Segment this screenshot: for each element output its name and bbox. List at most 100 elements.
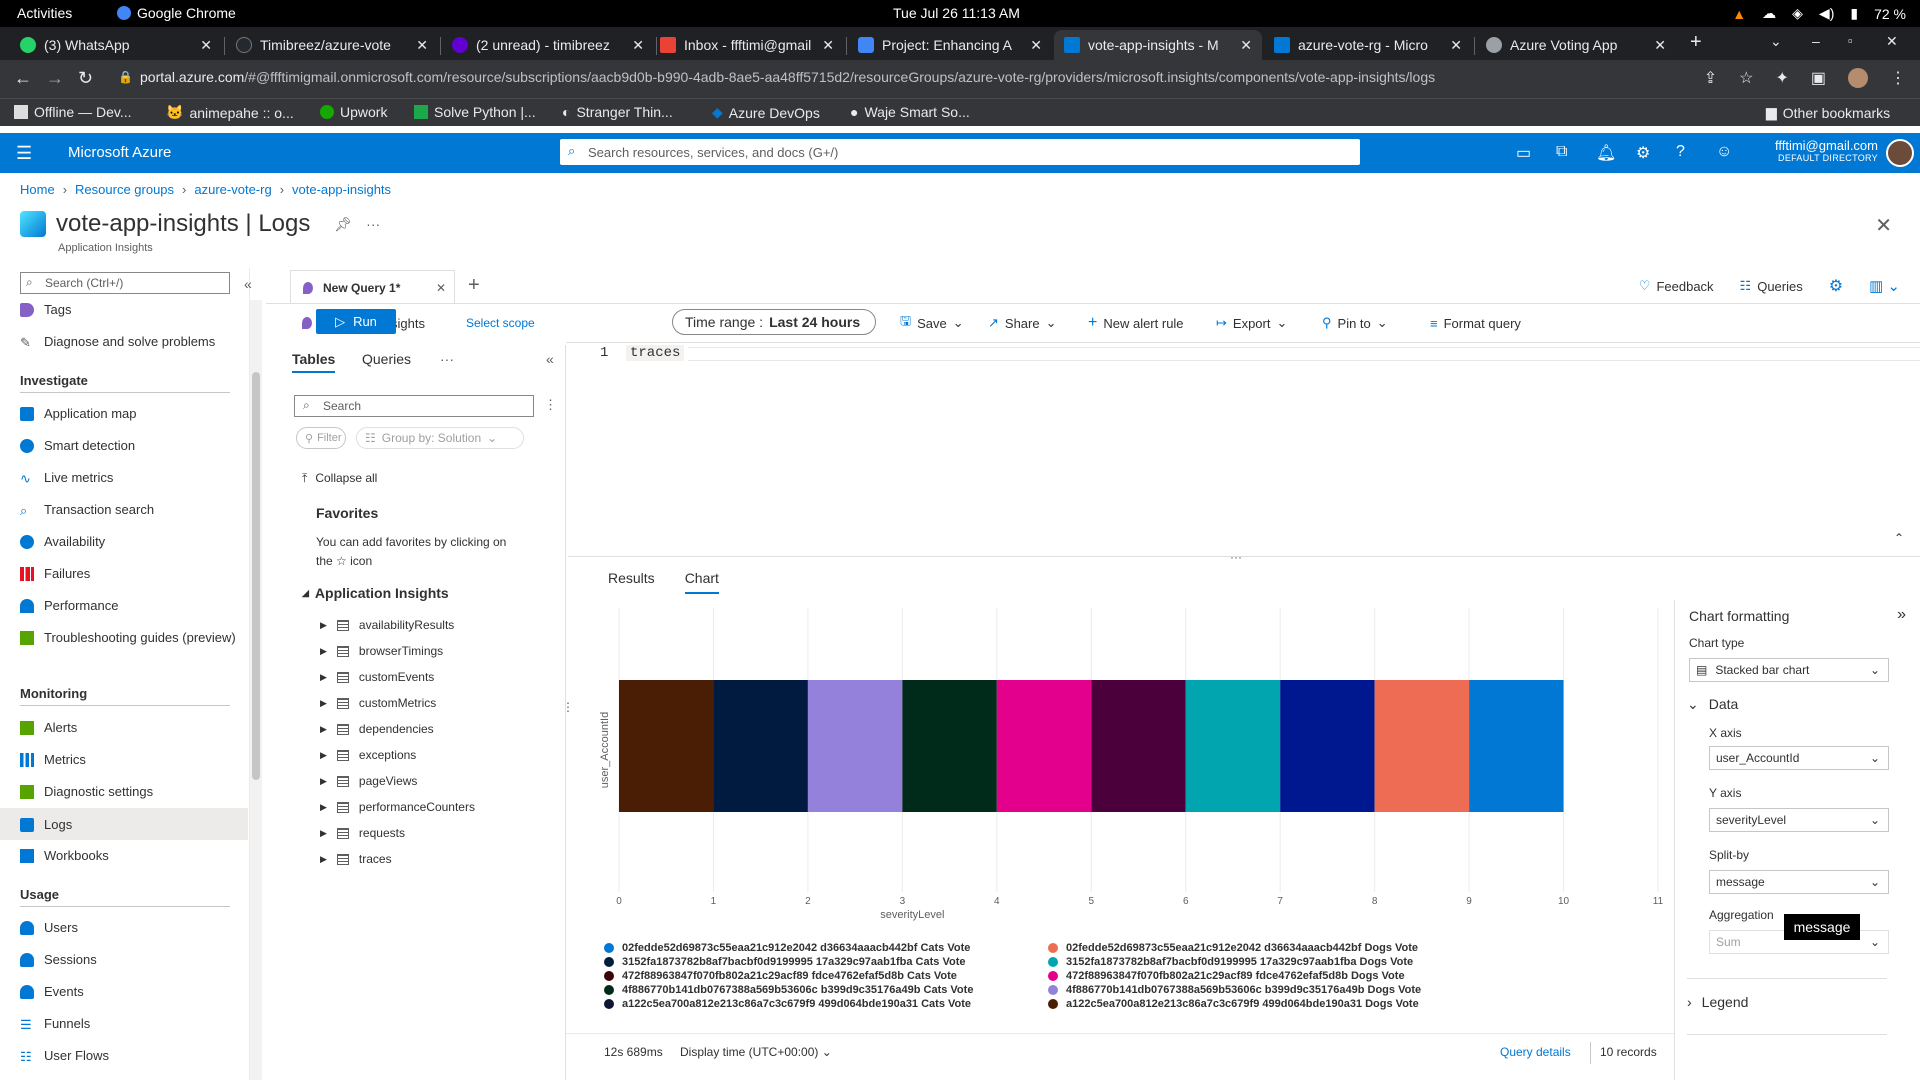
clock[interactable]: Tue Jul 26 11:13 AM xyxy=(893,5,1020,21)
legend-item[interactable]: 02fedde52d69873c55eaa21c912e2042 d36634a… xyxy=(1048,942,1418,954)
display-time-dropdown[interactable]: Display time (UTC+00:00) ⌄ xyxy=(680,1045,832,1059)
account-menu[interactable]: ffftimi@gmail.com DEFAULT DIRECTORY xyxy=(1775,138,1878,163)
browser-tab-active[interactable]: vote-app-insights - M ✕ xyxy=(1054,30,1262,60)
nav-application-map[interactable]: Application map xyxy=(20,406,240,421)
browser-tab[interactable]: Timibreez/azure-vote ✕ xyxy=(226,30,438,60)
close-icon[interactable]: ✕ xyxy=(416,37,428,54)
query-editor[interactable]: 1 traces ⌃ xyxy=(578,345,1920,555)
legend-item[interactable]: a122c5ea700a812e213c86a7c3c679f9 499d064… xyxy=(1048,998,1419,1010)
table-node[interactable]: ▶ requests xyxy=(320,826,405,840)
hamburger-icon[interactable]: ☰ xyxy=(16,143,32,164)
breadcrumb-resource[interactable]: vote-app-insights xyxy=(292,182,391,197)
more-icon[interactable]: ··· xyxy=(440,351,454,367)
editor-results-splitter[interactable]: ··· xyxy=(568,550,1920,564)
profile-avatar[interactable] xyxy=(1848,68,1868,88)
nav-user-flows[interactable]: ☷ User Flows xyxy=(20,1048,240,1064)
breadcrumb-resource-groups[interactable]: Resource groups xyxy=(75,182,174,197)
cloud-shell-icon[interactable]: ▭ xyxy=(1516,143,1531,163)
active-app[interactable]: Google Chrome xyxy=(117,5,236,21)
bookmark-star-icon[interactable]: ☆ xyxy=(1739,68,1753,88)
nav-users[interactable]: Users xyxy=(20,920,240,935)
tab-chart[interactable]: Chart xyxy=(684,570,719,594)
bookmark-item[interactable]: Solve Python |... xyxy=(414,104,536,120)
settings-gear-icon[interactable]: ⚙ xyxy=(1829,276,1843,296)
close-icon[interactable]: ✕ xyxy=(1450,37,1462,54)
close-blade-icon[interactable]: ✕ xyxy=(1875,213,1892,238)
bell-icon[interactable]: 🔔︎ xyxy=(1596,143,1616,163)
tab-new-query[interactable]: New Query 1* ✕ xyxy=(290,270,455,304)
browser-tab[interactable]: (2 unread) - timibreez ✕ xyxy=(442,30,654,60)
share-icon[interactable]: ⇪ xyxy=(1704,68,1717,88)
collapse-editor-icon[interactable]: ⌃ xyxy=(1894,531,1904,545)
table-node[interactable]: ▶ availabilityResults xyxy=(320,618,454,632)
bookmark-item[interactable]: 🐱 animepahe :: o... xyxy=(166,104,294,121)
address-bar[interactable]: portal.azure.com/#@ffftimigmail.onmicros… xyxy=(140,69,1435,85)
feedback-icon[interactable]: ☺ xyxy=(1716,143,1732,161)
nav-metrics[interactable]: Metrics xyxy=(20,752,240,767)
legend-section-toggle[interactable]: › Legend xyxy=(1687,994,1748,1010)
save-button[interactable]: 🖫 Save ⌄ xyxy=(900,308,964,338)
tab-tables[interactable]: Tables xyxy=(292,351,336,373)
group-application-insights[interactable]: ◢ Application Insights xyxy=(302,585,449,601)
system-tray[interactable]: ▲ ☁ ◈ ◀) ▮ 72 % xyxy=(1732,5,1906,22)
minimize-icon[interactable]: – xyxy=(1812,33,1820,49)
menu-icon[interactable]: ⋮ xyxy=(1890,68,1906,88)
add-query-tab-icon[interactable]: + xyxy=(468,274,480,297)
extensions-icon[interactable]: ✦ xyxy=(1775,68,1788,88)
nav-performance[interactable]: Performance xyxy=(20,598,240,613)
close-icon[interactable]: ✕ xyxy=(632,37,644,54)
nav-troubleshooting[interactable]: Troubleshooting guides (preview) xyxy=(20,630,240,645)
restore-icon[interactable]: ▫ xyxy=(1848,33,1853,48)
collapse-pane-icon[interactable]: » xyxy=(1897,606,1906,624)
legend-item[interactable]: 472f88963847f070fb802a21c29acf89 fdce476… xyxy=(604,970,957,982)
collapse-all-button[interactable]: ⤒ Collapse all xyxy=(302,471,377,486)
chart-type-dropdown[interactable]: ▤ Stacked bar chart ⌄ xyxy=(1689,658,1889,682)
collapse-pane-icon[interactable]: « xyxy=(546,351,554,367)
format-query-button[interactable]: ≡ Format query xyxy=(1430,308,1521,338)
layout-icon[interactable]: ▥ ⌄ xyxy=(1869,277,1900,295)
nav-tags[interactable]: Tags xyxy=(20,302,240,317)
more-vertical-icon[interactable]: ⋮ xyxy=(544,397,557,413)
close-icon[interactable]: ✕ xyxy=(200,37,212,54)
bookmark-item[interactable]: ◐ Stranger Thin... xyxy=(562,104,673,120)
table-node[interactable]: ▶ traces xyxy=(320,852,392,866)
breadcrumb-home[interactable]: Home xyxy=(20,182,55,197)
legend-item[interactable]: 02fedde52d69873c55eaa21c912e2042 d36634a… xyxy=(604,942,970,954)
new-alert-rule-button[interactable]: + New alert rule xyxy=(1088,308,1184,338)
table-node[interactable]: ▶ browserTimings xyxy=(320,644,443,658)
data-section-toggle[interactable]: ⌄ Data xyxy=(1687,696,1738,713)
browser-tab[interactable]: Project: Enhancing A ✕ xyxy=(848,30,1052,60)
schema-search-input[interactable]: ⌕ Search xyxy=(294,395,534,417)
tab-results[interactable]: Results xyxy=(608,570,655,594)
nav-transaction-search[interactable]: ⌕ Transaction search xyxy=(20,502,240,518)
legend-item[interactable]: 3152fa1873782b8af7bacbf0d9199995 17a329c… xyxy=(1048,956,1413,968)
directory-icon[interactable]: ⧉ xyxy=(1556,143,1567,161)
bookmark-item[interactable]: ● Waje Smart So... xyxy=(850,104,970,120)
browser-tab[interactable]: (3) WhatsApp ✕ xyxy=(10,30,222,60)
filter-button[interactable]: ⚲ Filter xyxy=(296,427,346,449)
close-window-icon[interactable]: ✕ xyxy=(1886,33,1898,50)
pin-icon[interactable]: 📌︎ xyxy=(334,216,352,233)
gear-icon[interactable]: ⚙ xyxy=(1636,143,1650,163)
legend-item[interactable]: 4f886770b141db0767388a569b53606c b399d9c… xyxy=(604,984,973,996)
x-axis-dropdown[interactable]: user_AccountId ⌄ xyxy=(1709,746,1889,770)
time-range-picker[interactable]: Time range : Last 24 hours xyxy=(672,309,876,335)
legend-item[interactable]: 4f886770b141db0767388a569b53606c b399d9c… xyxy=(1048,984,1421,996)
table-node[interactable]: ▶ dependencies xyxy=(320,722,434,736)
nav-availability[interactable]: Availability xyxy=(20,534,240,549)
menu-search-input[interactable]: ⌕ Search (Ctrl+/) xyxy=(20,272,230,294)
tab-search-icon[interactable]: ⌄ xyxy=(1770,33,1782,50)
table-node[interactable]: ▶ customEvents xyxy=(320,670,434,684)
nav-funnels[interactable]: ☰ Funnels xyxy=(20,1016,240,1032)
pane-resize-handle[interactable]: ⋮ xyxy=(562,700,574,714)
bookmark-item[interactable]: Offline — Dev... xyxy=(14,104,132,120)
browser-tab[interactable]: azure-vote-rg - Micro ✕ xyxy=(1264,30,1472,60)
y-axis-dropdown[interactable]: severityLevel ⌄ xyxy=(1709,808,1889,832)
nav-events[interactable]: Events xyxy=(20,984,240,999)
query-details-link[interactable]: Query details xyxy=(1500,1045,1571,1059)
bookmark-item[interactable]: ◆ Azure DevOps xyxy=(712,104,820,121)
nav-smart-detection[interactable]: Smart detection xyxy=(20,438,240,453)
activities-button[interactable]: Activities xyxy=(17,5,72,21)
nav-diagnostic-settings[interactable]: Diagnostic settings xyxy=(20,784,240,799)
table-node[interactable]: ▶ performanceCounters xyxy=(320,800,475,814)
